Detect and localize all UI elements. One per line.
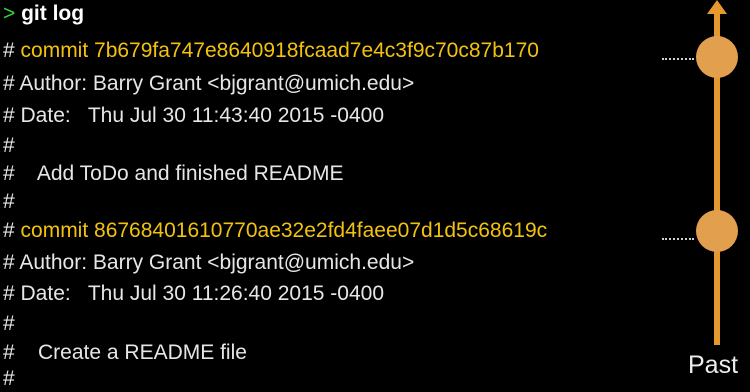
command-line: > git log [3,1,84,27]
comment-prefix: # [3,312,15,335]
author-text: Author: Barry Grant <bjgrant@umich.edu> [19,72,415,95]
log-line-blank: # [3,189,15,215]
date-text: Date: Thu Jul 30 11:26:40 2015 -0400 [20,282,385,305]
comment-prefix: # [3,39,21,62]
commit-hash-2: commit 86768401610770ae32e2fd4faee07d1d5… [20,219,548,242]
comment-prefix: # [3,162,21,185]
commit-node-2 [696,210,738,252]
log-line-date: # Date: Thu Jul 30 11:26:40 2015 -0400 [3,281,384,307]
comment-prefix: # [3,72,20,95]
connector-dots-2 [662,238,694,240]
comment-prefix: # [3,134,15,157]
log-line-message: # Create a README file [3,340,247,366]
log-line-blank: # [3,366,15,392]
log-line-message: # Add ToDo and finished README [3,161,343,187]
log-line-date: # Date: Thu Jul 30 11:43:40 2015 -0400 [3,103,384,129]
comment-prefix: # [3,190,15,213]
connector-dots-1 [662,58,694,60]
comment-prefix: # [3,219,21,242]
log-line-commit: # commit 7b679fa747e8640918fcaad7e4c3f9c… [3,38,539,64]
log-line-blank: # [3,133,15,159]
author-text: Author: Barry Grant <bjgrant@umich.edu> [19,251,415,274]
comment-prefix: # [3,341,21,364]
prompt-symbol: > [3,2,16,25]
arrow-up-icon [707,0,727,14]
commit-message: Create a README file [20,341,247,364]
timeline-label: Past [688,351,739,379]
log-line-commit: # commit 86768401610770ae32e2fd4faee07d1… [3,218,547,244]
log-line-author: # Author: Barry Grant <bjgrant@umich.edu… [3,250,414,276]
log-line-author: # Author: Barry Grant <bjgrant@umich.edu… [3,71,414,97]
comment-prefix: # [3,104,21,127]
comment-prefix: # [3,251,20,274]
comment-prefix: # [3,282,21,305]
git-command: git log [21,2,85,25]
comment-prefix: # [3,367,15,390]
date-text: Date: Thu Jul 30 11:43:40 2015 -0400 [20,104,385,127]
log-line-blank: # [3,311,15,337]
commit-message: Add ToDo and finished README [20,162,344,185]
commit-node-1 [696,36,738,78]
commit-hash-1: commit 7b679fa747e8640918fcaad7e4c3f9c70… [20,39,539,62]
